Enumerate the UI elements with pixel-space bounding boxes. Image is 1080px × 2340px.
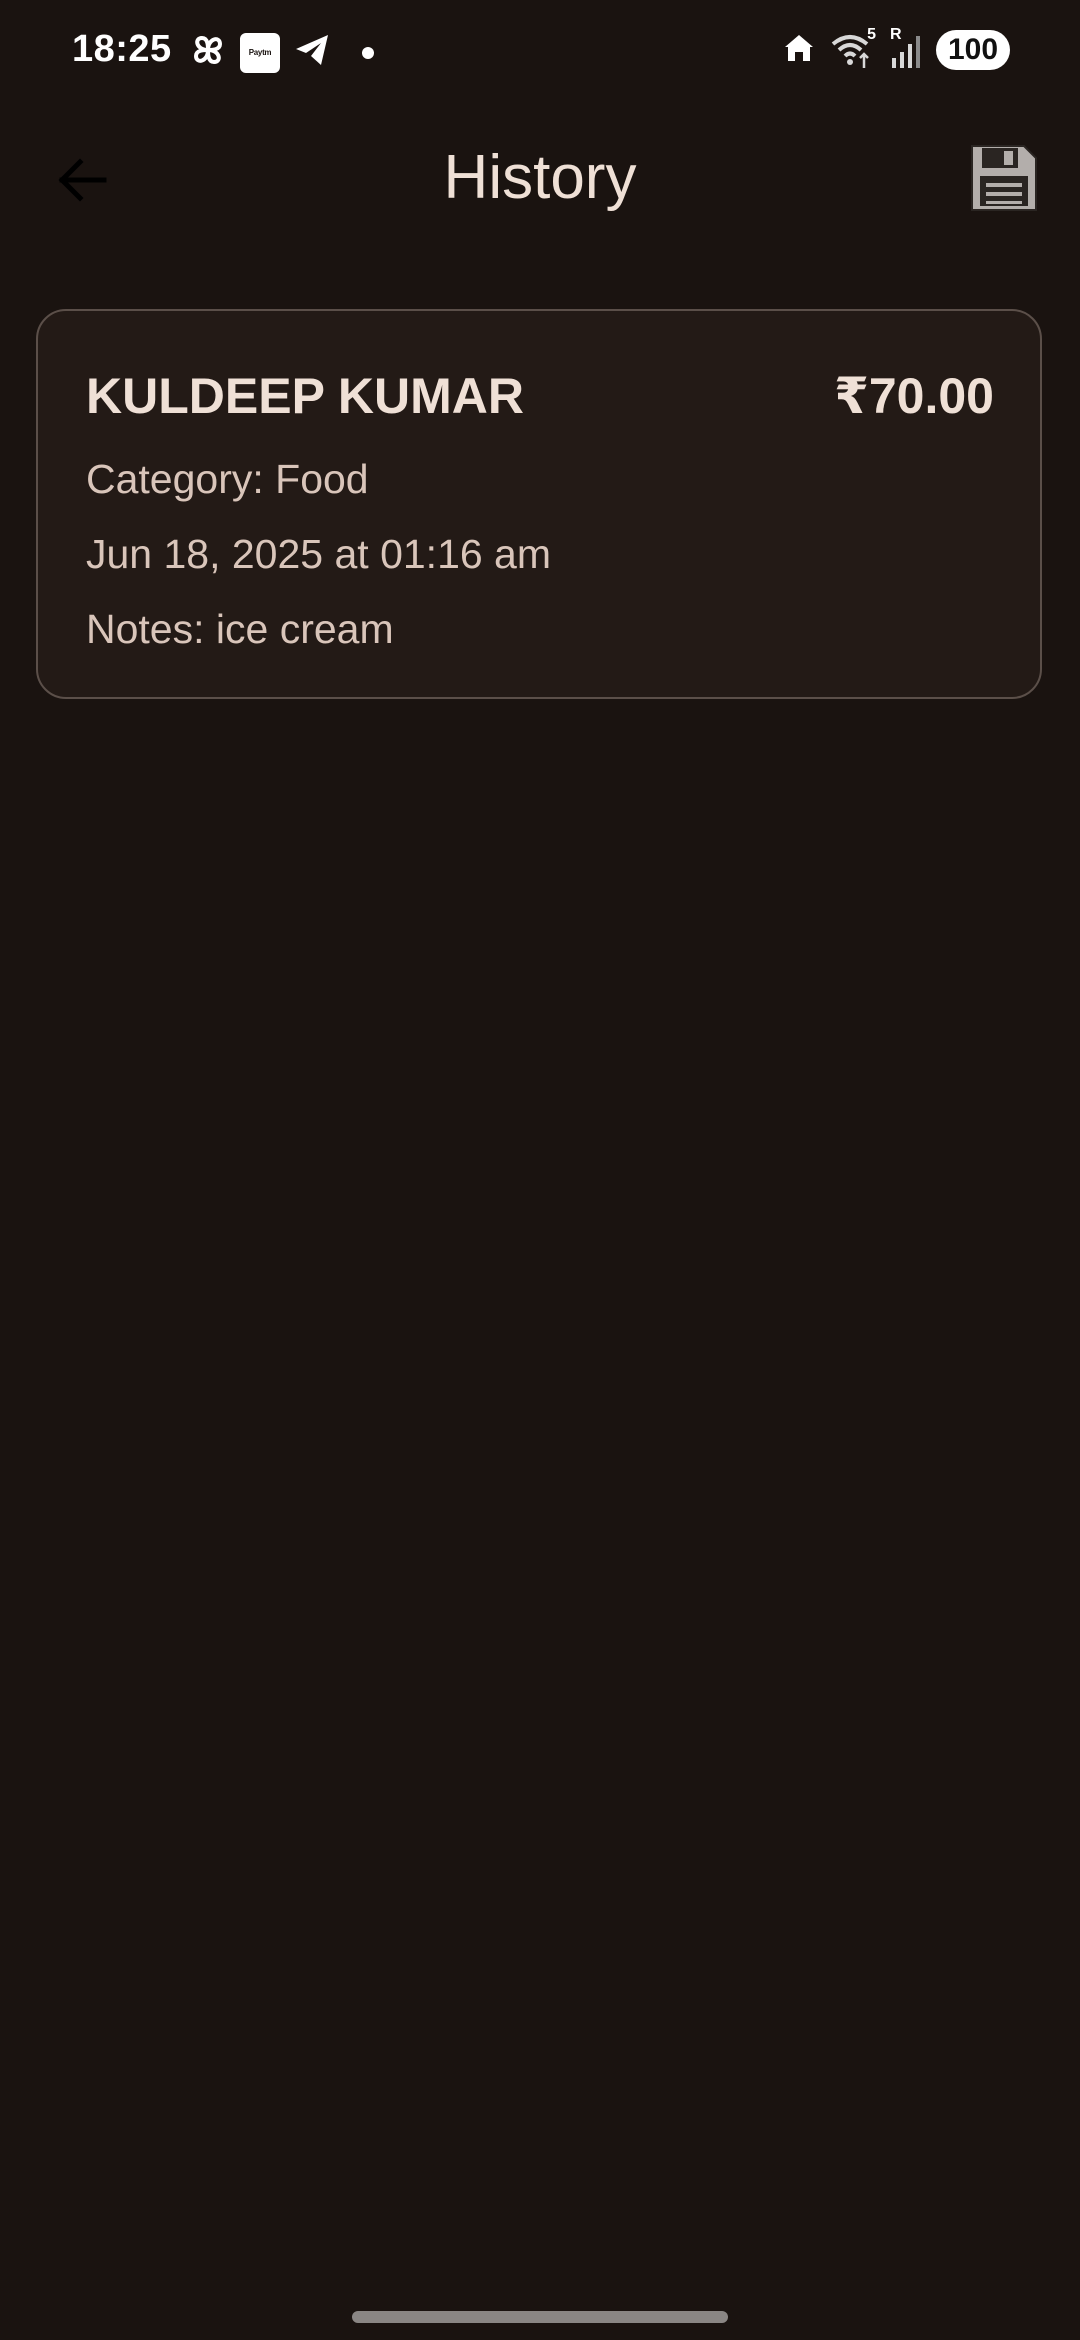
battery-indicator: 100 bbox=[936, 30, 1010, 70]
network-type-label: 5 bbox=[867, 26, 876, 43]
more-notifications-dot-icon bbox=[362, 46, 374, 59]
home-icon bbox=[782, 31, 816, 70]
pinwheel-app-icon bbox=[188, 30, 228, 75]
transaction-amount: ₹70.00 bbox=[834, 368, 994, 424]
telegram-app-icon bbox=[292, 30, 332, 75]
transaction-category: Category: Food bbox=[86, 456, 369, 502]
history-card[interactable]: KULDEEP KUMAR ₹70.00 Category: Food Jun … bbox=[36, 309, 1042, 699]
wifi-icon: 5 bbox=[830, 26, 876, 70]
page-title: History bbox=[443, 143, 637, 212]
signal-icon: R bbox=[890, 26, 922, 70]
save-button[interactable] bbox=[964, 140, 1044, 220]
status-system-icons: 5 R 100 bbox=[782, 26, 1010, 70]
floppy-disk-icon bbox=[968, 142, 1040, 219]
transaction-datetime: Jun 18, 2025 at 01:16 am bbox=[86, 531, 552, 577]
paytm-app-icon: Paytm bbox=[240, 32, 280, 73]
status-notification-icons: Paytm bbox=[188, 30, 374, 75]
payee-name: KULDEEP KUMAR bbox=[86, 368, 524, 424]
gesture-nav-handle[interactable] bbox=[352, 2311, 728, 2323]
roaming-label: R bbox=[890, 26, 902, 43]
transaction-notes: Notes: ice cream bbox=[86, 606, 394, 652]
app-bar: History bbox=[0, 120, 1080, 240]
status-time: 18:25 bbox=[72, 28, 172, 70]
status-bar: 18:25 Paytm 5 R 100 bbox=[0, 0, 1080, 108]
